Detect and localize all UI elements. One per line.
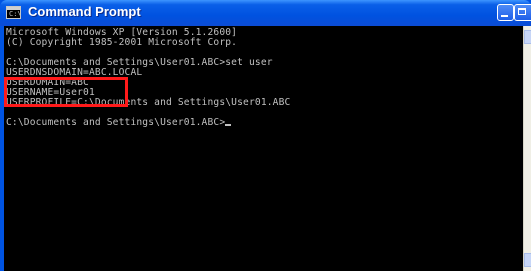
command-prompt-window: C:\ Command Prompt Microsoft Windows XP … — [0, 0, 531, 271]
cmd-icon[interactable]: C:\ — [6, 6, 22, 19]
maximize-button[interactable] — [514, 4, 531, 21]
highlight-annotation-box — [4, 77, 128, 107]
window-title: Command Prompt — [28, 4, 141, 19]
scroll-down-button[interactable] — [524, 253, 531, 267]
text-cursor — [225, 124, 232, 126]
scroll-up-button[interactable] — [524, 30, 531, 44]
prompt-text: C:\Documents and Settings\User01.ABC> — [6, 117, 226, 128]
title-bar[interactable]: C:\ Command Prompt — [0, 0, 531, 26]
console-line: (C) Copyright 1985-2001 Microsoft Corp. — [6, 37, 238, 48]
vertical-scrollbar[interactable] — [523, 26, 531, 271]
prompt-line: C:\Documents and Settings\User01.ABC> — [6, 117, 232, 128]
console-output[interactable]: Microsoft Windows XP [Version 5.1.2600] … — [4, 26, 523, 271]
cmd-icon-glyph: C:\ — [9, 10, 22, 18]
minimize-button[interactable] — [497, 4, 514, 21]
